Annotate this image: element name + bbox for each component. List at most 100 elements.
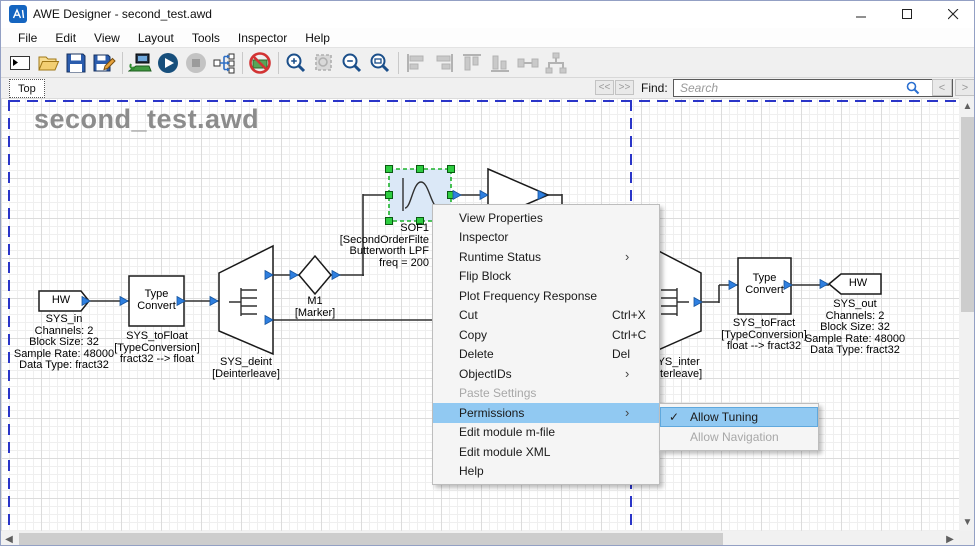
scrollbar-corner (959, 531, 975, 546)
sys-tofract-label: SYS_toFract[TypeConversion]float --> fra… (721, 318, 807, 353)
hardware-disabled-icon (247, 51, 273, 75)
vertical-scroll-thumb[interactable] (961, 117, 974, 312)
awe-designer-window: AWE Designer - second_test.awd FileEditV… (0, 0, 975, 546)
block-label-line: SYS_deint (212, 357, 280, 369)
close-button[interactable] (930, 1, 975, 28)
propagate-changes-icon (212, 51, 236, 75)
search-icon[interactable] (906, 81, 920, 95)
scroll-down-icon[interactable]: ▼ (959, 514, 975, 531)
play-icon (156, 51, 180, 75)
menu-item-copy[interactable]: CopyCtrl+C (433, 325, 659, 345)
menu-item-objectids[interactable]: ObjectIDs› (433, 364, 659, 384)
submenu-arrow-icon: › (625, 366, 629, 381)
menu-item-delete[interactable]: DeleteDel (433, 345, 659, 365)
route-wires-icon (544, 51, 568, 75)
tab-top[interactable]: Top (9, 79, 45, 98)
zoom-region-button (311, 50, 337, 76)
zoom-out-icon (340, 51, 364, 75)
minimize-button[interactable] (838, 1, 884, 28)
menu-item-plot-frequency-response[interactable]: Plot Frequency Response (433, 286, 659, 306)
zoom-out-button[interactable] (339, 50, 365, 76)
vertical-scrollbar[interactable]: ▲ ▼ (959, 98, 975, 531)
page-boundary-top (9, 100, 957, 102)
find-next-button[interactable]: > (955, 79, 975, 96)
page-boundary-left (8, 100, 10, 531)
menubar-item-edit[interactable]: Edit (46, 29, 85, 47)
sof1-label: SOF1[SecondOrderFilteButterworth LPFfreq… (340, 223, 429, 269)
maximize-button[interactable] (884, 1, 930, 28)
menu-item-edit-module-m-file[interactable]: Edit module m-file (433, 423, 659, 443)
menu-item-help[interactable]: Help (433, 462, 659, 482)
find-prev-button[interactable]: < (932, 79, 952, 96)
find-prev-all-button[interactable]: << (595, 80, 614, 95)
find-next-all-button[interactable]: >> (615, 80, 634, 95)
menubar-item-view[interactable]: View (85, 29, 129, 47)
toolbar-separator (278, 52, 279, 74)
submenu-item-allow-tuning[interactable]: ✓ Allow Tuning (660, 407, 818, 427)
scroll-up-icon[interactable]: ▲ (959, 98, 975, 115)
zoom-in-button[interactable] (283, 50, 309, 76)
menu-item-cut[interactable]: CutCtrl+X (433, 306, 659, 326)
menu-item-label: Cut (459, 308, 478, 322)
block-label-line: SYS_toFloat (114, 331, 200, 343)
menu-item-label: Inspector (459, 230, 508, 244)
block-label-line: Data Type: fract32 (805, 345, 905, 357)
toolbar-separator (122, 52, 123, 74)
open-folder-icon (36, 51, 60, 75)
menubar-item-file[interactable]: File (9, 29, 46, 47)
menubar-item-tools[interactable]: Tools (183, 29, 229, 47)
checkmark-icon: ✓ (669, 410, 679, 424)
save-as-button[interactable] (91, 50, 117, 76)
menu-item-shortcut: Ctrl+C (612, 328, 646, 342)
menu-item-label: Plot Frequency Response (459, 289, 597, 303)
block-label-line: M1 (295, 296, 335, 308)
permissions-submenu: ✓ Allow Tuning Allow Navigation (659, 403, 819, 451)
block-label-line: freq = 200 (340, 258, 429, 270)
sys-deint-label: SYS_deint[Deinterleave] (212, 357, 280, 380)
scroll-left-icon[interactable]: ◀ (1, 531, 17, 546)
menu-item-edit-module-xml[interactable]: Edit module XML (433, 442, 659, 462)
build-to-hardware-button[interactable] (127, 50, 153, 76)
save-as-icon (92, 51, 116, 75)
align-right-icon (432, 51, 456, 75)
horizontal-scroll-thumb[interactable] (19, 533, 723, 545)
run-button[interactable] (155, 50, 181, 76)
menu-item-inspector[interactable]: Inspector (433, 228, 659, 248)
canvas-title: second_test.awd (34, 104, 259, 135)
align-left-icon (404, 51, 428, 75)
propagate-changes-button[interactable] (211, 50, 237, 76)
align-top-icon (460, 51, 484, 75)
open-button[interactable] (35, 50, 61, 76)
sys-in-shape-label: HW (41, 295, 81, 307)
menubar-item-inspector[interactable]: Inspector (229, 29, 296, 47)
hardware-disabled-button[interactable] (247, 50, 273, 76)
submenu-arrow-icon: › (625, 249, 629, 264)
block-label-line: fract32 --> float (114, 354, 200, 366)
new-design-button[interactable] (7, 50, 33, 76)
sys-in-label: SYS_inChannels: 2Block Size: 32Sample Ra… (14, 314, 114, 372)
main-toolbar (1, 47, 975, 78)
submenu-item-label: Allow Tuning (690, 410, 758, 424)
menu-item-shortcut: Del (612, 347, 630, 361)
block-label-line: float --> fract32 (721, 341, 807, 353)
menu-item-label: Paste Settings (459, 386, 536, 400)
block-context-menu: View Properties Inspector Runtime Status›F… (432, 204, 660, 485)
zoom-in-icon (284, 51, 308, 75)
stop-icon (184, 51, 208, 75)
horizontal-scrollbar[interactable]: ◀ ▶ (1, 531, 959, 546)
save-button[interactable] (63, 50, 89, 76)
menu-item-flip-block[interactable]: Flip Block (433, 267, 659, 287)
block-label-line: [Marker] (295, 308, 335, 320)
zoom-fit-button[interactable] (367, 50, 393, 76)
menubar-item-layout[interactable]: Layout (129, 29, 183, 47)
menu-item-runtime-status[interactable]: Runtime Status› (433, 247, 659, 267)
align-bottom-button (487, 50, 513, 76)
menubar-item-help[interactable]: Help (296, 29, 339, 47)
menu-item-view-properties[interactable]: View Properties (433, 208, 659, 228)
align-bottom-icon (488, 51, 512, 75)
sys-tofloat-label: SYS_toFloat[TypeConversion]fract32 --> f… (114, 331, 200, 366)
submenu-item-label: Allow Navigation (690, 430, 779, 444)
align-right-button (431, 50, 457, 76)
scroll-right-icon[interactable]: ▶ (942, 531, 958, 546)
menu-item-permissions[interactable]: Permissions› (433, 403, 659, 423)
